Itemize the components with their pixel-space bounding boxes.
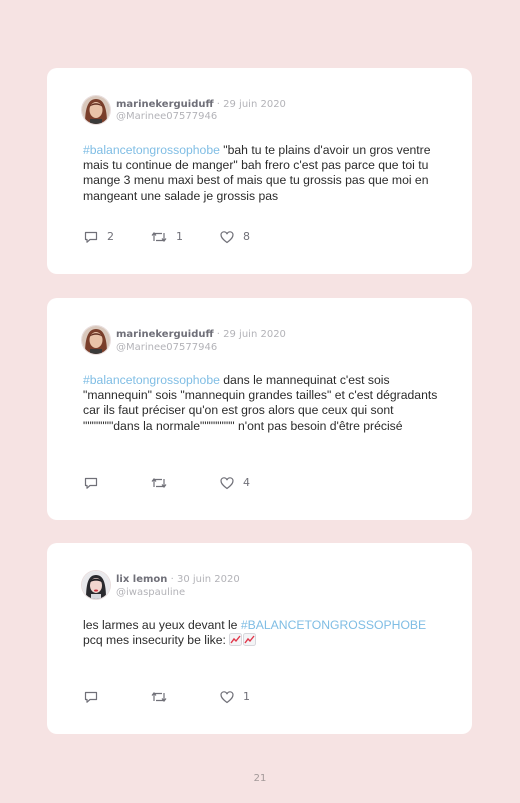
tweet-actions: 4 bbox=[83, 475, 283, 491]
avatar-photo bbox=[82, 326, 110, 354]
tweet-author-line: lix lemon · 30 juin 2020 bbox=[116, 573, 240, 586]
username[interactable]: @iwaspauline bbox=[116, 586, 185, 599]
retweet-button[interactable]: 1 bbox=[150, 229, 183, 245]
username[interactable]: @Marinee07577946 bbox=[116, 110, 217, 123]
like-count: 4 bbox=[243, 476, 250, 489]
retweet-icon bbox=[151, 478, 167, 488]
reply-button[interactable]: 2 bbox=[83, 229, 114, 245]
hashtag-link[interactable]: #balancetongrossophobe bbox=[83, 373, 220, 387]
avatar-photo bbox=[82, 571, 110, 599]
reply-icon bbox=[84, 691, 98, 703]
tweet-card-2: marinekerguiduff · 29 juin 2020 @Marinee… bbox=[47, 298, 472, 520]
tweet-card-3: lix lemon · 30 juin 2020 @iwaspauline le… bbox=[47, 543, 472, 734]
display-name[interactable]: lix lemon bbox=[116, 574, 167, 585]
avatar[interactable] bbox=[82, 571, 110, 599]
retweet-count: 1 bbox=[176, 230, 183, 243]
like-button[interactable]: 4 bbox=[219, 475, 250, 491]
avatar-photo bbox=[82, 96, 110, 124]
retweet-icon bbox=[151, 692, 167, 702]
retweet-icon bbox=[151, 232, 167, 242]
heart-icon bbox=[220, 477, 234, 490]
chart-increasing-emoji bbox=[243, 633, 257, 650]
reply-button[interactable] bbox=[83, 689, 107, 705]
hashtag-link[interactable]: #balancetongrossophobe bbox=[83, 143, 220, 157]
like-button[interactable]: 1 bbox=[219, 689, 250, 705]
avatar[interactable] bbox=[82, 96, 110, 124]
chart-increasing-emoji bbox=[229, 633, 243, 650]
reply-button[interactable] bbox=[83, 475, 107, 491]
tweet-actions: 2 1 8 bbox=[83, 229, 283, 245]
reply-icon bbox=[84, 477, 98, 489]
page-number: 21 bbox=[253, 773, 267, 784]
tweet-text: #balancetongrossophobe "bah tu te plains… bbox=[83, 143, 446, 204]
tweet-text-content: pcq mes insecurity be like: bbox=[83, 633, 230, 648]
like-count: 8 bbox=[243, 230, 250, 243]
hashtag-link[interactable]: #BALANCETONGROSSOPHOBE bbox=[241, 618, 426, 632]
tweet-text-prefix: les larmes au yeux devant le bbox=[83, 618, 241, 632]
tweet-actions: 1 bbox=[83, 689, 283, 705]
display-name[interactable]: marinekerguiduff bbox=[116, 329, 214, 340]
tweet-text: #balancetongrossophobe dans le mannequin… bbox=[83, 373, 446, 434]
tweet-date[interactable]: · 29 juin 2020 bbox=[217, 329, 286, 340]
tweet-date[interactable]: · 29 juin 2020 bbox=[217, 99, 286, 110]
reply-count: 2 bbox=[107, 230, 114, 243]
tweet-card-1: marinekerguiduff · 29 juin 2020 @Marinee… bbox=[47, 68, 472, 274]
display-name[interactable]: marinekerguiduff bbox=[116, 99, 214, 110]
heart-icon bbox=[220, 691, 234, 704]
like-button[interactable]: 8 bbox=[219, 229, 250, 245]
reply-icon bbox=[84, 231, 98, 243]
retweet-button[interactable] bbox=[150, 689, 176, 705]
tweet-date[interactable]: · 30 juin 2020 bbox=[171, 574, 240, 585]
heart-icon bbox=[220, 231, 234, 244]
avatar[interactable] bbox=[82, 326, 110, 354]
username[interactable]: @Marinee07577946 bbox=[116, 341, 217, 354]
tweet-text: les larmes au yeux devant le #BALANCETON… bbox=[83, 618, 446, 650]
retweet-button[interactable] bbox=[150, 475, 176, 491]
tweet-author-line: marinekerguiduff · 29 juin 2020 bbox=[116, 328, 286, 341]
like-count: 1 bbox=[243, 690, 250, 703]
